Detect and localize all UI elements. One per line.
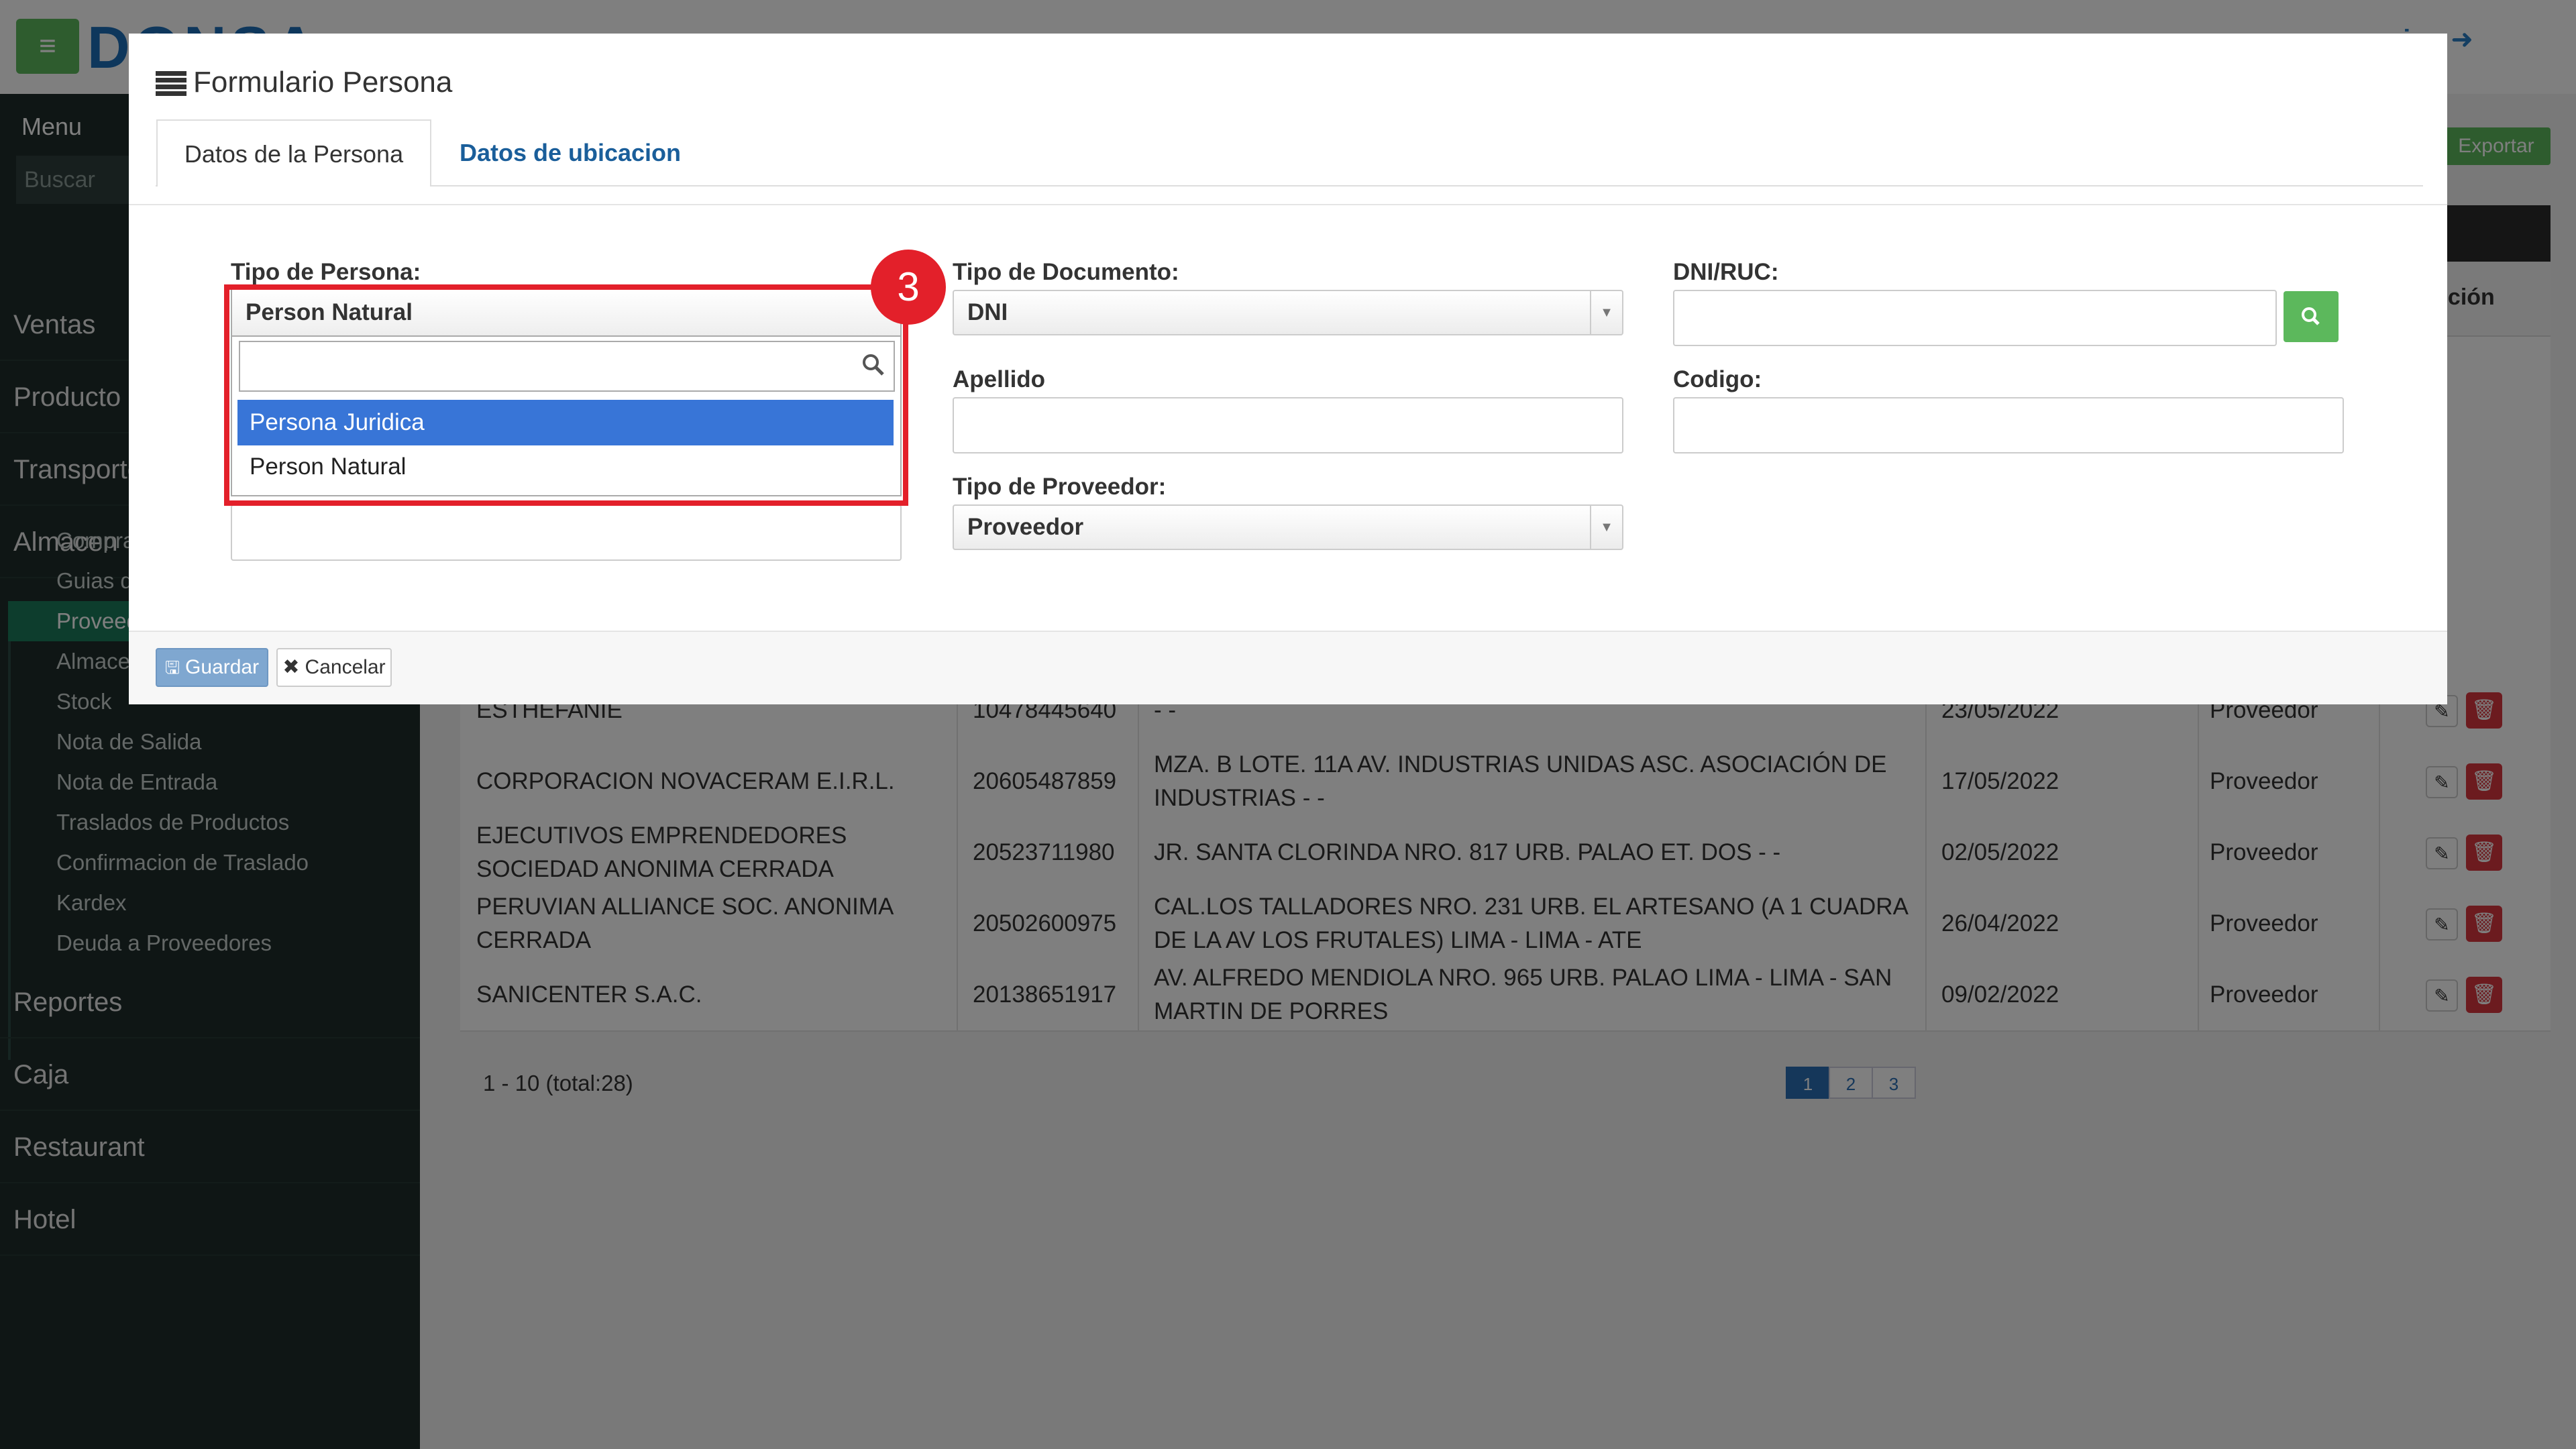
modal-body-divider — [129, 204, 2447, 205]
tipo-proveedor-select[interactable]: Proveedor ▼ — [953, 504, 1623, 550]
modal-footer — [129, 631, 2447, 704]
hidden-field-input[interactable] — [231, 504, 902, 561]
annotation-step-badge: 3 — [871, 250, 946, 325]
tab-datos-ubicacion[interactable]: Datos de ubicacion — [443, 119, 698, 186]
search-dni-button[interactable] — [2284, 291, 2339, 342]
save-button[interactable]: 🖫 Guardar — [156, 648, 268, 687]
dni-ruc-input[interactable] — [1673, 290, 2277, 346]
dni-ruc-label: DNI/RUC: — [1673, 259, 1779, 285]
tipo-persona-label: Tipo de Persona: — [231, 259, 421, 285]
list-icon — [156, 70, 186, 97]
tipo-documento-label: Tipo de Documento: — [953, 259, 1179, 285]
tipo-documento-select[interactable]: DNI ▼ — [953, 290, 1623, 335]
search-icon — [2302, 307, 2320, 325]
save-icon: 🖫 — [164, 657, 180, 678]
tab-datos-persona[interactable]: Datos de la Persona — [156, 119, 431, 186]
tipo-proveedor-label: Tipo de Proveedor: — [953, 474, 1167, 500]
codigo-label: Codigo: — [1673, 366, 1762, 392]
modal-title: Formulario Persona — [193, 66, 453, 99]
cancel-button[interactable]: ✖ Cancelar — [276, 648, 392, 687]
chevron-down-icon: ▼ — [1590, 291, 1622, 334]
apellido-input[interactable] — [953, 397, 1623, 453]
close-icon: ✖ — [282, 656, 300, 678]
codigo-input[interactable] — [1673, 397, 2344, 453]
chevron-down-icon: ▼ — [1590, 506, 1622, 549]
apellido-label: Apellido — [953, 366, 1046, 392]
annotation-highlight-box — [224, 284, 908, 506]
